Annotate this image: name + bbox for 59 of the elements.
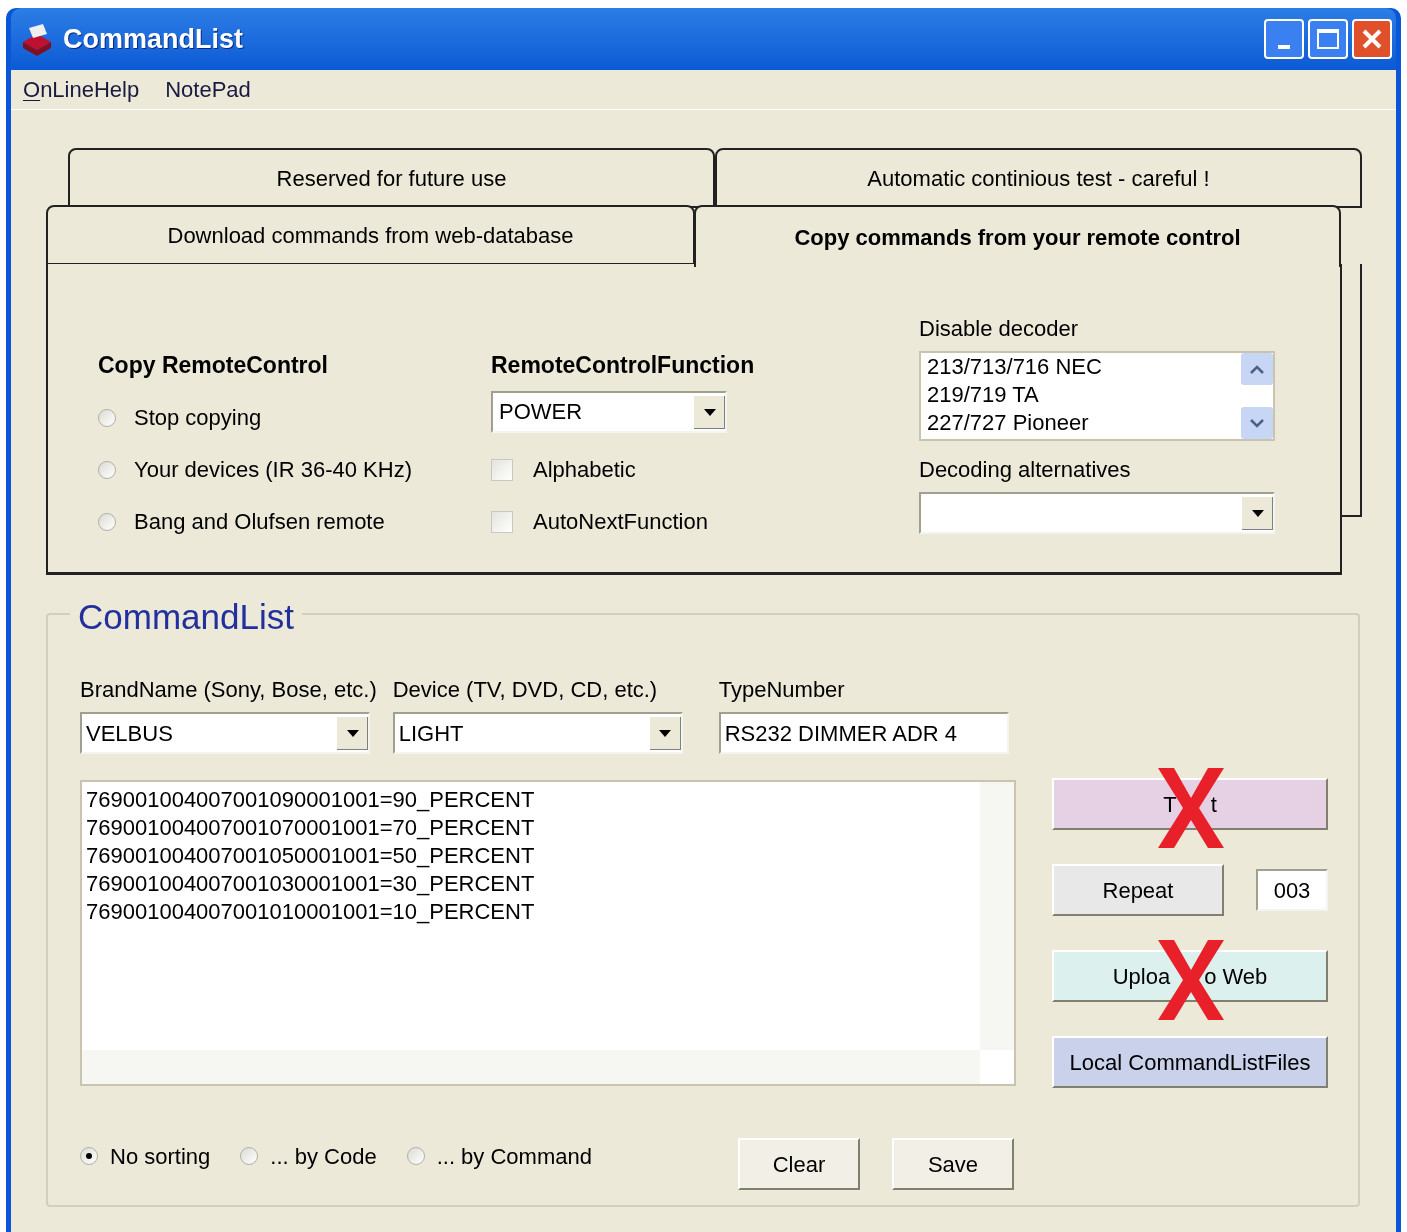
field-label: Device (TV, DVD, CD, etc.) — [392, 676, 659, 704]
command-line: 769001004007001090001001=90_PERCENT — [86, 786, 536, 814]
field-label: Disable decoder — [919, 315, 1079, 343]
radio-button[interactable] — [98, 460, 116, 479]
radio-label: No sorting — [110, 1142, 211, 1171]
radio-label: Stop copying — [134, 404, 262, 432]
radio-label: ... by Command — [436, 1142, 592, 1171]
repeat-count-field[interactable]: 003 — [1256, 869, 1328, 911]
maximize-button[interactable] — [1308, 19, 1348, 59]
minimize-button[interactable] — [1264, 19, 1304, 59]
action-button[interactable]: T t — [1052, 778, 1328, 830]
action-button[interactable]: Save — [892, 1138, 1014, 1190]
decoder-list[interactable]: 213/713/716 NEC 219/719 TA 227/727 Pioneer — [919, 351, 1275, 441]
radio-label: ... by Code — [270, 1142, 377, 1171]
text-field[interactable]: RS232 DIMMER ADR 4 — [718, 712, 1009, 754]
tab[interactable]: Reserved for future use — [68, 148, 715, 208]
function-dropdown[interactable]: POWER — [491, 390, 727, 433]
radio-button[interactable] — [240, 1147, 259, 1165]
tab[interactable]: Download commands from web-database — [46, 205, 695, 265]
radio-button[interactable] — [98, 408, 116, 427]
repeat-button[interactable]: Repeat — [1052, 864, 1224, 916]
horizontal-scrollbar[interactable] — [82, 1050, 980, 1084]
action-button[interactable]: Local CommandListFiles — [1052, 1036, 1328, 1088]
list-item[interactable]: 227/727 Pioneer — [927, 409, 1241, 437]
radio-button[interactable] — [406, 1147, 425, 1165]
command-text-area[interactable]: 769001004007001090001001=90_PERCENT 769001004007001070001001=70_PERCENT 769001004007001050001001=50_PERCENT 769001004007001030001001=30_PERCENT 769001004007001010001001=10_PERCENT — [80, 780, 1016, 1086]
field-label: Decoding alternatives — [919, 456, 1132, 484]
window-title: CommandList — [63, 22, 243, 56]
close-icon — [1361, 28, 1383, 50]
combo-box[interactable]: VELBUS — [80, 712, 370, 754]
checkbox-label: Alphabetic — [533, 456, 636, 484]
list-item[interactable]: 219/719 TA — [927, 381, 1241, 409]
section-heading: Copy RemoteControl — [98, 351, 329, 380]
tab[interactable]: Automatic continious test - careful ! — [715, 148, 1362, 208]
action-button[interactable]: Clear — [738, 1138, 860, 1190]
command-line: 769001004007001050001001=50_PERCENT — [86, 842, 536, 870]
vertical-scrollbar[interactable] — [980, 782, 1014, 1050]
menu-item[interactable]: NotePad — [165, 73, 251, 106]
radio-button[interactable] — [98, 512, 116, 531]
list-item[interactable]: 213/713/716 NEC — [927, 353, 1241, 381]
command-line: 769001004007001010001001=10_PERCENT — [86, 898, 536, 926]
action-button[interactable]: Uploa o Web — [1052, 950, 1328, 1002]
command-line: 769001004007001070001001=70_PERCENT — [86, 814, 536, 842]
section-heading: RemoteControlFunction — [491, 351, 756, 380]
field-label: TypeNumber — [718, 676, 846, 704]
scroll-up-icon[interactable] — [1241, 353, 1273, 385]
scroll-down-icon[interactable] — [1241, 407, 1273, 439]
field-label: BrandName (Sony, Bose, etc.) — [80, 676, 377, 704]
tab[interactable]: Copy commands from your remote control — [694, 205, 1341, 267]
combo-box[interactable]: LIGHT — [392, 712, 683, 754]
radio-label: Your devices (IR 36-40 KHz) — [134, 456, 412, 484]
menu-item[interactable]: OnLineHelp — [23, 73, 140, 106]
radio-button[interactable] — [80, 1147, 98, 1165]
command-line: 769001004007001030001001=30_PERCENT — [86, 870, 536, 898]
checkbox[interactable] — [491, 458, 513, 481]
checkbox-label: AutoNextFunction — [533, 508, 708, 536]
radio-label: Bang and Olufsen remote — [134, 508, 385, 536]
close-button[interactable] — [1352, 19, 1392, 59]
checkbox[interactable] — [491, 510, 513, 533]
